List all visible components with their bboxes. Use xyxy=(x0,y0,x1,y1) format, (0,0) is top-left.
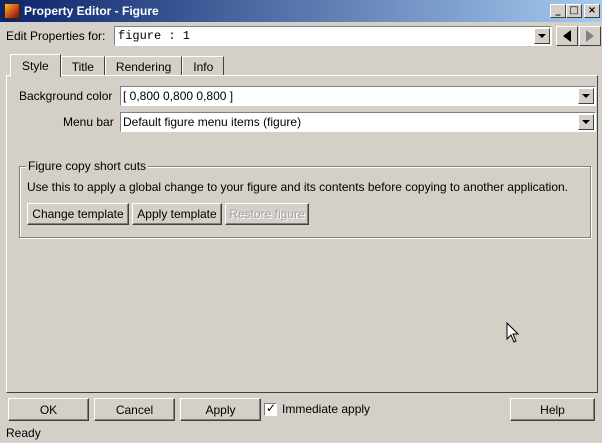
restore-figure-button: Restore figure xyxy=(225,203,309,225)
tab-strip: Style Title Rendering Info xyxy=(10,54,225,77)
chevron-down-icon xyxy=(538,34,546,38)
menu-bar-value: Default figure menu items (figure) xyxy=(123,115,302,129)
immediate-apply-toggle[interactable]: ✓ Immediate apply xyxy=(264,400,371,416)
title-bar: Property Editor - Figure _ □ × xyxy=(0,0,602,22)
immediate-apply-checkbox[interactable]: ✓ xyxy=(264,400,277,416)
window-controls: _ □ × xyxy=(550,4,600,18)
tab-title[interactable]: Title xyxy=(60,56,105,76)
forward-button[interactable] xyxy=(579,26,601,46)
tab-style[interactable]: Style xyxy=(10,54,61,77)
background-color-value: [ 0,800 0,800 0,800 ] xyxy=(123,89,234,103)
edit-properties-label: Edit Properties for: xyxy=(6,29,106,43)
chevron-down-icon xyxy=(582,94,590,98)
figure-copy-shortcuts-title: Figure copy short cuts xyxy=(26,159,149,173)
edit-properties-select[interactable]: figure : 1 xyxy=(114,26,552,46)
edit-properties-value: figure : 1 xyxy=(118,29,191,43)
background-color-label: Background color xyxy=(19,89,113,103)
window-title: Property Editor - Figure xyxy=(24,4,159,18)
arrow-right-icon xyxy=(586,30,594,42)
minimize-button[interactable]: _ xyxy=(550,4,566,18)
background-color-select[interactable]: [ 0,800 0,800 0,800 ] xyxy=(120,86,596,106)
app-icon xyxy=(4,3,20,19)
maximize-button[interactable]: □ xyxy=(566,4,582,18)
ok-button[interactable]: OK xyxy=(8,398,89,421)
apply-button[interactable]: Apply xyxy=(180,398,261,421)
edit-properties-dropdown-button[interactable] xyxy=(534,28,550,44)
menu-bar-dropdown-button[interactable] xyxy=(578,114,594,130)
immediate-apply-label: Immediate apply xyxy=(282,402,371,416)
chevron-down-icon xyxy=(582,120,590,124)
arrow-left-icon xyxy=(563,30,571,42)
tab-rendering[interactable]: Rendering xyxy=(104,56,183,76)
style-tab-panel: Background color [ 0,800 0,800 0,800 ] M… xyxy=(6,75,598,393)
edit-properties-row: Edit Properties for: figure : 1 xyxy=(0,24,602,48)
background-color-dropdown-button[interactable] xyxy=(578,88,594,104)
help-button[interactable]: Help xyxy=(510,398,595,421)
mouse-pointer-icon xyxy=(506,322,520,343)
apply-template-button[interactable]: Apply template xyxy=(132,203,222,225)
change-template-button[interactable]: Change template xyxy=(27,203,129,225)
close-button[interactable]: × xyxy=(584,4,600,18)
back-button[interactable] xyxy=(556,26,578,46)
menu-bar-label: Menu bar xyxy=(63,115,114,129)
figure-copy-shortcuts-group: Figure copy short cuts Use this to apply… xyxy=(19,159,591,238)
cancel-button[interactable]: Cancel xyxy=(94,398,175,421)
menu-bar-select[interactable]: Default figure menu items (figure) xyxy=(120,112,596,132)
figure-copy-shortcuts-description: Use this to apply a global change to you… xyxy=(27,180,569,194)
tab-info[interactable]: Info xyxy=(182,56,225,76)
checkmark-icon: ✓ xyxy=(266,400,277,415)
status-text: Ready xyxy=(6,426,41,440)
